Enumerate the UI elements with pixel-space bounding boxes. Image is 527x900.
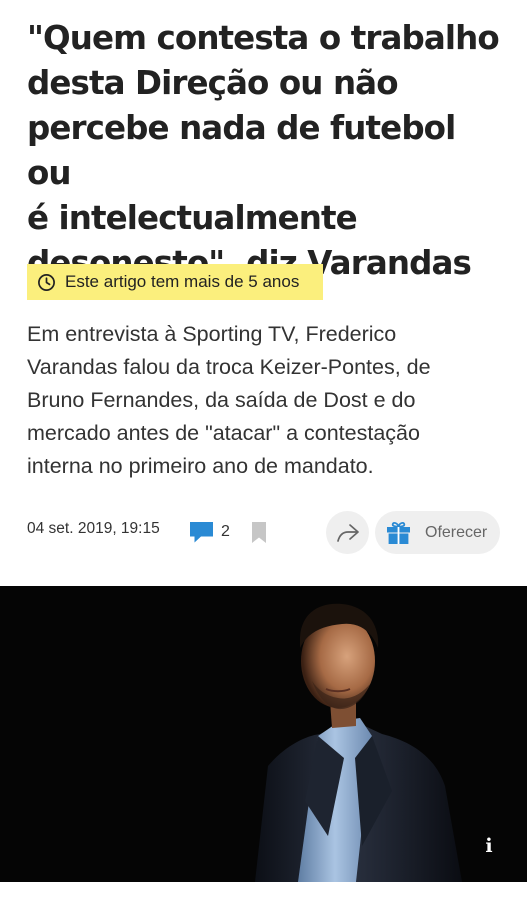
- lead-line: interna no primeiro ano de mandato.: [27, 454, 374, 478]
- headline-line: "Quem contesta o trabalho: [27, 19, 500, 57]
- article-lead: Em entrevista à Sporting TV, Frederico V…: [27, 318, 507, 483]
- bookmark-icon: [252, 522, 266, 543]
- comment-bubble-icon: [190, 522, 213, 543]
- lead-line: Bruno Fernandes, da saída de Dost e do: [27, 388, 416, 412]
- headline-line: é intelectualmente: [27, 199, 358, 237]
- publish-date: 04 set. 2019, 19:15: [27, 520, 160, 537]
- article: "Quem contesta o trabalho desta Direção …: [0, 0, 527, 900]
- headline-line: desta Direção ou não: [27, 64, 399, 102]
- article-photo[interactable]: i: [0, 586, 527, 882]
- age-notice-text: Este artigo tem mais de 5 anos: [65, 272, 300, 291]
- lead-line: Varandas falou da troca Keizer-Pontes, d…: [27, 355, 431, 379]
- bookmark-button[interactable]: [251, 521, 267, 544]
- offer-article-button[interactable]: Oferecer: [375, 511, 500, 554]
- gift-icon: [387, 521, 410, 544]
- share-button[interactable]: [326, 511, 369, 554]
- offer-button-label: Oferecer: [425, 523, 488, 541]
- headline-line: percebe nada de futebol ou: [27, 109, 456, 192]
- comments-button[interactable]: 2: [189, 519, 230, 545]
- lead-line: Em entrevista à Sporting TV, Frederico: [27, 322, 397, 346]
- share-arrow-icon: [336, 523, 359, 542]
- portrait-image: [0, 586, 527, 882]
- clock-icon: [38, 273, 55, 291]
- photo-info-icon[interactable]: i: [481, 836, 497, 856]
- lead-line: mercado antes de "atacar" a contestação: [27, 421, 420, 445]
- article-age-badge: Este artigo tem mais de 5 anos: [27, 264, 323, 300]
- article-headline: "Quem contesta o trabalho desta Direção …: [27, 16, 507, 286]
- comment-count: 2: [221, 523, 230, 540]
